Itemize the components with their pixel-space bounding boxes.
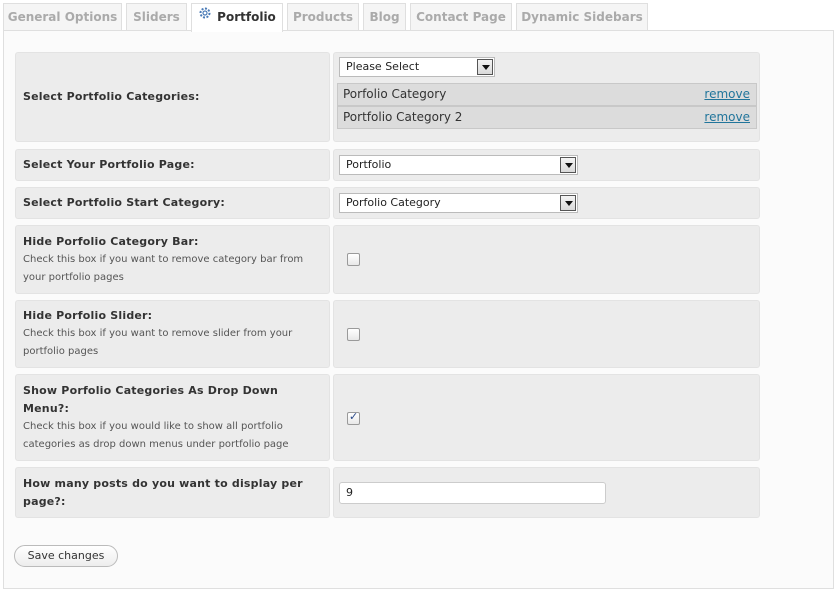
selected-category-name: Porfolio Category (343, 87, 447, 101)
posts-per-page-field-cell: 9 (333, 467, 760, 518)
tab-label: Portfolio (217, 10, 276, 24)
tab-products[interactable]: Products (287, 3, 359, 30)
chevron-down-icon (560, 195, 576, 211)
checkmark-icon: ✓ (349, 410, 359, 423)
chevron-down-icon (477, 59, 493, 75)
portfolio-page-label-cell: Select Your Portfolio Page: (15, 149, 330, 181)
categories-select[interactable]: Please Select (339, 57, 495, 77)
tab-label: Blog (369, 10, 400, 24)
hide-category-bar-field-cell (333, 225, 760, 294)
tab-contact-page[interactable]: Contact Page (410, 3, 512, 30)
remove-link[interactable]: remove (704, 84, 750, 105)
posts-per-page-input[interactable]: 9 (339, 482, 606, 504)
tab-dynamic-sidebars[interactable]: Dynamic Sidebars (516, 3, 648, 30)
tab-label: Contact Page (416, 10, 506, 24)
dropdown-menu-field-cell: ✓ (333, 374, 760, 461)
tab-sliders[interactable]: Sliders (126, 3, 187, 30)
portfolio-page-field-cell: Portfolio (333, 149, 760, 181)
tab-label: Dynamic Sidebars (521, 10, 643, 24)
hide-slider-label-cell: Hide Porfolio Slider: Check this box if … (15, 300, 330, 368)
tab-blog[interactable]: Blog (363, 3, 406, 30)
categories-field-cell: Please Select Porfolio Category remove P… (333, 52, 760, 142)
gear-icon (198, 3, 212, 30)
portfolio-page-value: Portfolio (346, 158, 392, 171)
tab-general-options[interactable]: General Options (3, 3, 122, 30)
dropdown-menu-desc: Check this box if you would like to show… (23, 420, 289, 450)
dropdown-menu-label-cell: Show Porfolio Categories As Drop Down Me… (15, 374, 330, 461)
hide-category-bar-desc: Check this box if you want to remove cat… (23, 253, 304, 283)
selected-category: Portfolio Category 2 remove (337, 106, 757, 129)
portfolio-page-label: Select Your Portfolio Page: (23, 158, 195, 171)
start-category-label-cell: Select Portfolio Start Category: (15, 187, 330, 219)
tab-portfolio[interactable]: Portfolio (191, 3, 283, 32)
start-category-value: Porfolio Category (346, 196, 441, 209)
dropdown-menu-checkbox[interactable]: ✓ (347, 410, 360, 425)
start-category-select[interactable]: Porfolio Category (339, 193, 578, 213)
remove-link[interactable]: remove (704, 107, 750, 128)
selected-category: Porfolio Category remove (337, 83, 757, 106)
categories-label-cell: Select Portfolio Categories: (15, 52, 330, 142)
categories-select-value: Please Select (346, 60, 420, 73)
chevron-down-icon (560, 157, 576, 173)
posts-per-page-label: How many posts do you want to display pe… (23, 476, 303, 508)
hide-category-bar-label: Hide Porfolio Category Bar: (23, 234, 199, 248)
categories-label: Select Portfolio Categories: (23, 90, 200, 103)
tab-label: General Options (7, 10, 118, 24)
portfolio-page-select[interactable]: Portfolio (339, 155, 578, 175)
dropdown-menu-label: Show Porfolio Categories As Drop Down Me… (23, 383, 279, 415)
hide-category-bar-label-cell: Hide Porfolio Category Bar: Check this b… (15, 225, 330, 294)
tab-label: Sliders (133, 10, 180, 24)
selected-category-name: Portfolio Category 2 (343, 110, 463, 124)
start-category-label: Select Portfolio Start Category: (23, 196, 225, 209)
hide-slider-label: Hide Porfolio Slider: (23, 309, 153, 322)
start-category-field-cell: Porfolio Category (333, 187, 760, 219)
tab-bar: General Options Sliders Portfolio Produc… (0, 0, 837, 32)
hide-category-bar-checkbox[interactable] (347, 253, 360, 266)
hide-slider-checkbox[interactable] (347, 328, 360, 341)
hide-slider-desc: Check this box if you want to remove sli… (23, 328, 293, 357)
tab-label: Products (292, 10, 354, 24)
posts-per-page-label-cell: How many posts do you want to display pe… (15, 467, 330, 518)
hide-slider-field-cell (333, 300, 760, 368)
save-changes-button[interactable]: Save changes (14, 545, 118, 567)
